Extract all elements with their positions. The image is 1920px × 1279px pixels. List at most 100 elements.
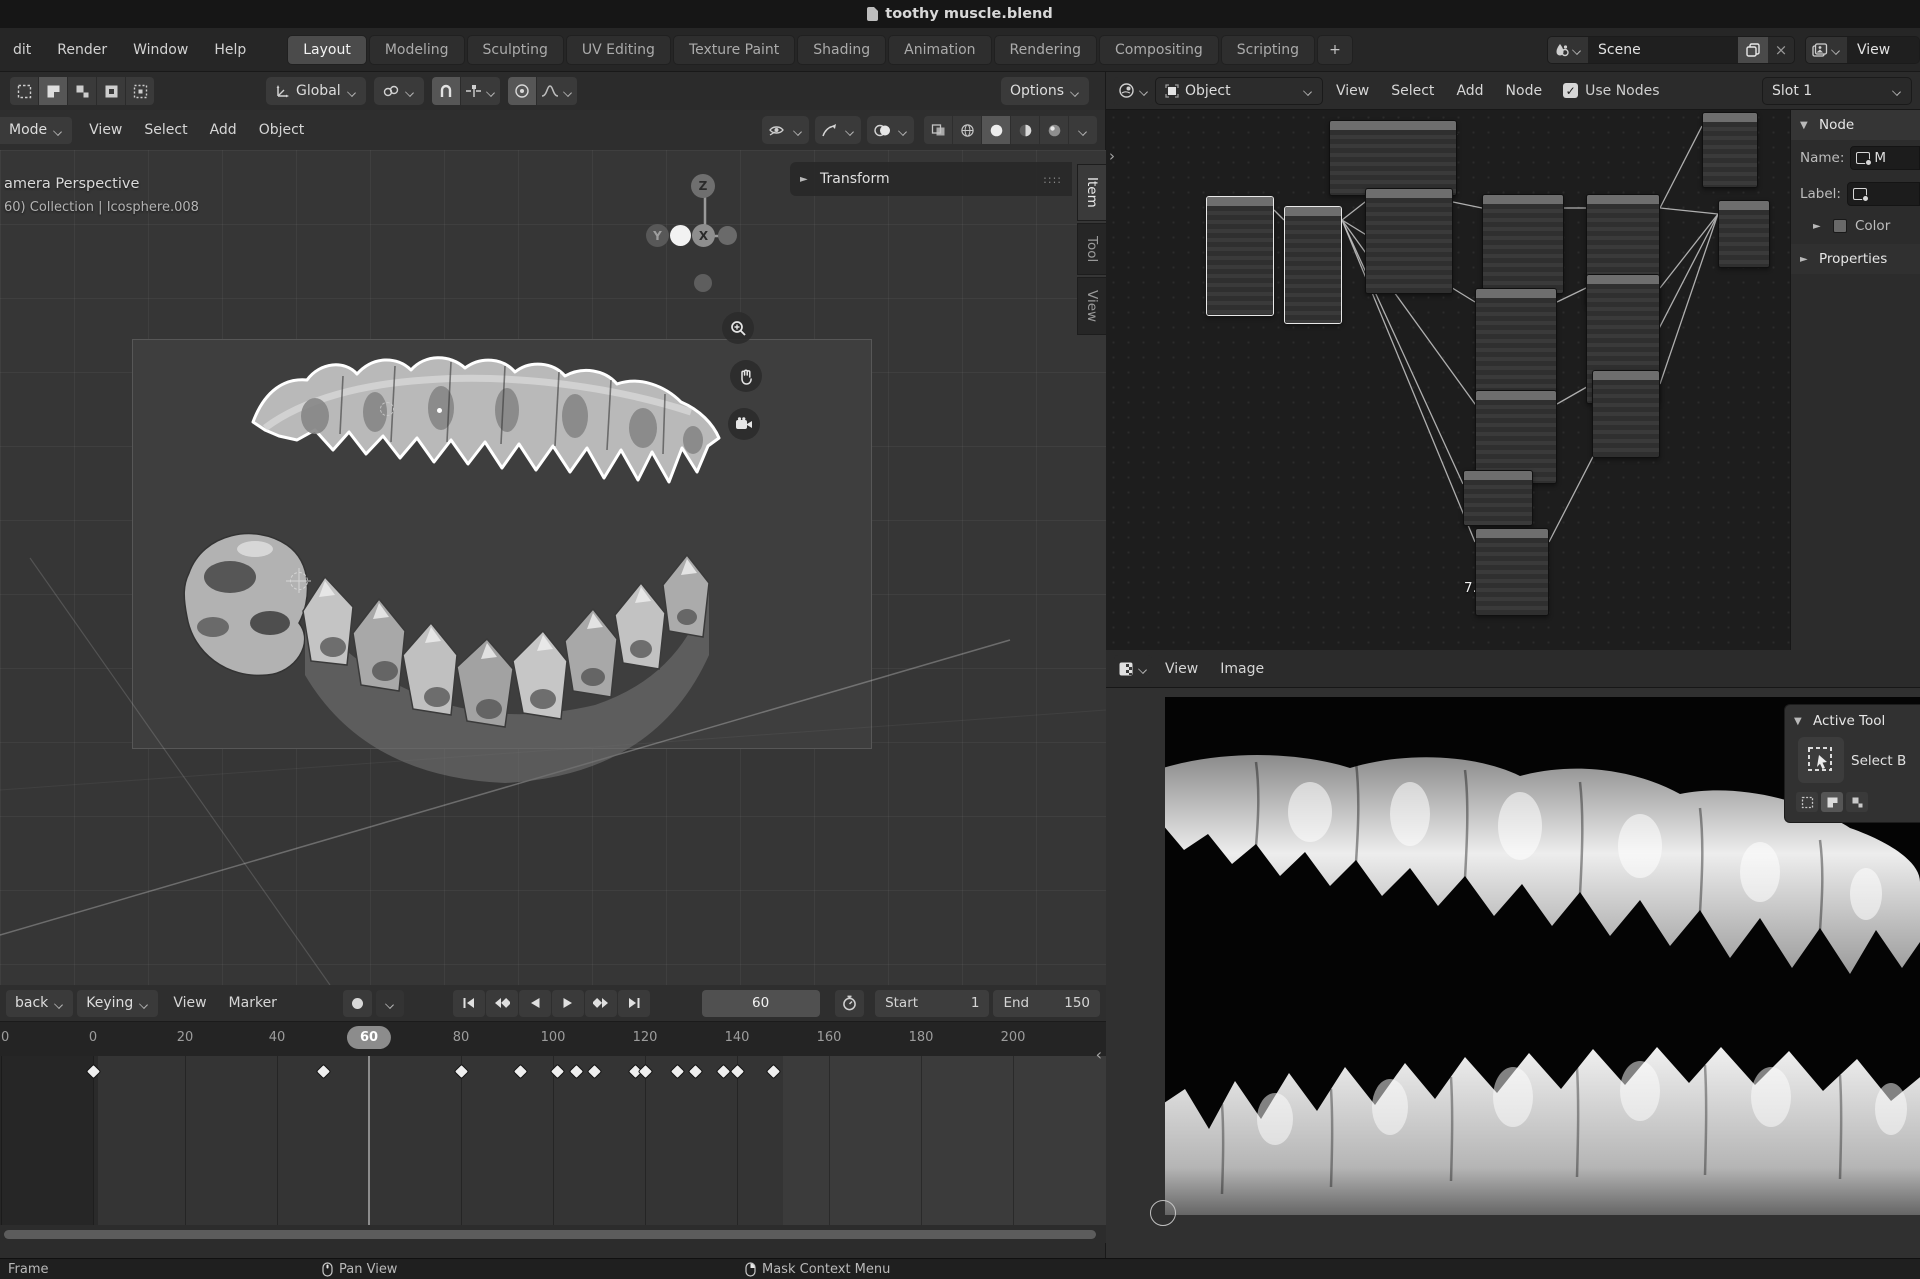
mode-extend-button[interactable] [1821, 792, 1843, 812]
shading-dropdown[interactable] [1069, 116, 1097, 144]
node-header[interactable] [1587, 195, 1659, 204]
gizmo-x-axis[interactable]: X [692, 224, 715, 247]
shader-node-b2[interactable] [1482, 194, 1564, 294]
properties-panel-header[interactable]: ► Properties [1791, 244, 1920, 274]
slot-dropdown[interactable]: Slot 1 [1762, 77, 1912, 105]
collapse-region-arrow[interactable]: ‹ [1096, 1045, 1102, 1064]
node-menu-add[interactable]: Add [1445, 78, 1494, 104]
playhead-current-frame[interactable]: 60 [347, 1026, 391, 1049]
workspace-tab-scripting[interactable]: Scripting [1221, 35, 1315, 65]
object-visibility-dropdown[interactable] [762, 116, 809, 144]
node-header[interactable] [1593, 371, 1659, 380]
toggle-xray-button[interactable] [924, 116, 952, 144]
shader-type-dropdown[interactable]: Object [1155, 77, 1323, 105]
node-header[interactable] [1476, 391, 1556, 400]
shader-node-b4[interactable] [1702, 112, 1758, 188]
select-lasso-button[interactable] [97, 77, 125, 105]
shader-node-c1[interactable] [1475, 288, 1557, 394]
playhead-line[interactable] [368, 1056, 370, 1225]
select-box-button[interactable] [39, 77, 67, 105]
auto-keying-dropdown[interactable] [376, 990, 404, 1017]
node-menu-view[interactable]: View [1325, 78, 1380, 104]
transform-orientation-dropdown[interactable]: Global [266, 77, 366, 105]
gizmos-dropdown[interactable] [815, 116, 861, 144]
add-workspace-button[interactable]: + [1317, 35, 1353, 65]
gizmo-z-neg-axis[interactable] [694, 274, 712, 292]
expand-region-arrow[interactable]: › [1109, 147, 1115, 165]
color-swatch[interactable] [1833, 219, 1847, 233]
snap-target-dropdown[interactable] [461, 77, 500, 105]
timeline-keyframe-area[interactable] [0, 1056, 1106, 1225]
sidebar-tab-item[interactable]: Item [1077, 164, 1106, 221]
node-menu-select[interactable]: Select [1380, 78, 1445, 104]
shader-node-a1[interactable] [1206, 196, 1274, 316]
timeline-menu-view[interactable]: View [162, 990, 217, 1016]
node-panel-header[interactable]: ▼ Node [1791, 110, 1920, 140]
frame-end-field[interactable]: End 150 [993, 990, 1100, 1017]
workspace-tab-animation[interactable]: Animation [888, 35, 991, 65]
node-header[interactable] [1285, 207, 1341, 216]
image-menu-view[interactable]: View [1154, 656, 1209, 682]
color-panel-row[interactable]: ► Color [1791, 212, 1920, 240]
scene-icon[interactable] [1548, 37, 1588, 63]
workspace-tab-uv-editing[interactable]: UV Editing [566, 35, 671, 65]
node-header[interactable] [1476, 529, 1548, 538]
viewport-canvas[interactable]: amera Perspective 60) Collection | Icosp… [0, 150, 1106, 985]
node-header[interactable] [1366, 189, 1452, 198]
view-layer-icon[interactable] [1806, 37, 1847, 63]
unlink-scene-button[interactable]: × [1768, 37, 1794, 63]
active-tool-header[interactable]: ▼ Active Tool [1794, 713, 1911, 729]
shading-solid-button[interactable] [982, 116, 1010, 144]
node-header[interactable] [1476, 289, 1556, 298]
select-box-tool-button[interactable] [1798, 737, 1844, 783]
pivot-point-dropdown[interactable] [374, 77, 424, 105]
play-button[interactable] [552, 990, 584, 1017]
shader-node-b1[interactable] [1365, 188, 1453, 294]
next-keyframe-button[interactable] [585, 990, 617, 1017]
view-layer-field[interactable]: View [1847, 37, 1919, 63]
shading-wireframe-button[interactable] [953, 116, 981, 144]
transform-panel-header[interactable]: ► Transform :::: [790, 162, 1072, 196]
gizmo-y-neg-axis[interactable] [670, 225, 691, 246]
node-header[interactable] [1587, 275, 1659, 284]
options-dropdown[interactable]: Options [1001, 77, 1089, 105]
editor-type-dropdown[interactable] [1114, 77, 1153, 105]
shader-node-e2[interactable] [1475, 528, 1549, 616]
keying-dropdown[interactable]: Keying [77, 990, 158, 1017]
timeline-menu-marker[interactable]: Marker [218, 990, 288, 1016]
shader-node-e1[interactable] [1463, 470, 1533, 526]
frame-start-field[interactable]: Start 1 [875, 990, 989, 1017]
sidebar-tab-view[interactable]: View [1077, 277, 1106, 335]
workspace-tab-layout[interactable]: Layout [287, 35, 367, 65]
node-header[interactable] [1719, 201, 1769, 210]
viewport-camera-button[interactable] [728, 408, 760, 440]
snap-toggle-button[interactable] [432, 77, 460, 105]
viewport-menu-add[interactable]: Add [199, 117, 248, 143]
sidebar-tab-tool[interactable]: Tool [1077, 223, 1106, 275]
viewport-menu-view[interactable]: View [78, 117, 133, 143]
select-circle-button[interactable] [68, 77, 96, 105]
timeline-scrollbar[interactable] [0, 1225, 1106, 1243]
node-label-field[interactable] [1847, 182, 1920, 206]
proportional-falloff-dropdown[interactable] [537, 77, 577, 105]
node-header[interactable] [1330, 121, 1456, 130]
select-tweak-button[interactable] [10, 77, 38, 105]
upper-teeth-object[interactable] [245, 350, 745, 525]
lower-teeth-object[interactable] [175, 515, 755, 825]
shader-node-b0[interactable] [1329, 120, 1457, 196]
jump-to-end-button[interactable] [618, 990, 650, 1017]
workspace-tab-shading[interactable]: Shading [797, 35, 886, 65]
proportional-edit-button[interactable] [508, 77, 536, 105]
image-menu-image[interactable]: Image [1209, 656, 1275, 682]
viewport-menu-object[interactable]: Object [248, 117, 316, 143]
gizmo-z-axis[interactable]: Z [691, 174, 715, 198]
workspace-tab-rendering[interactable]: Rendering [994, 35, 1098, 65]
shader-node-b5[interactable] [1718, 200, 1770, 268]
gizmo-x-neg-axis[interactable] [718, 226, 737, 245]
jump-to-start-button[interactable] [453, 990, 485, 1017]
viewport-zoom-button[interactable] [722, 312, 754, 344]
viewport-pan-button[interactable] [730, 360, 762, 392]
workspace-tab-sculpting[interactable]: Sculpting [467, 35, 564, 65]
play-reverse-button[interactable] [519, 990, 551, 1017]
use-preview-range-button[interactable] [835, 990, 863, 1017]
